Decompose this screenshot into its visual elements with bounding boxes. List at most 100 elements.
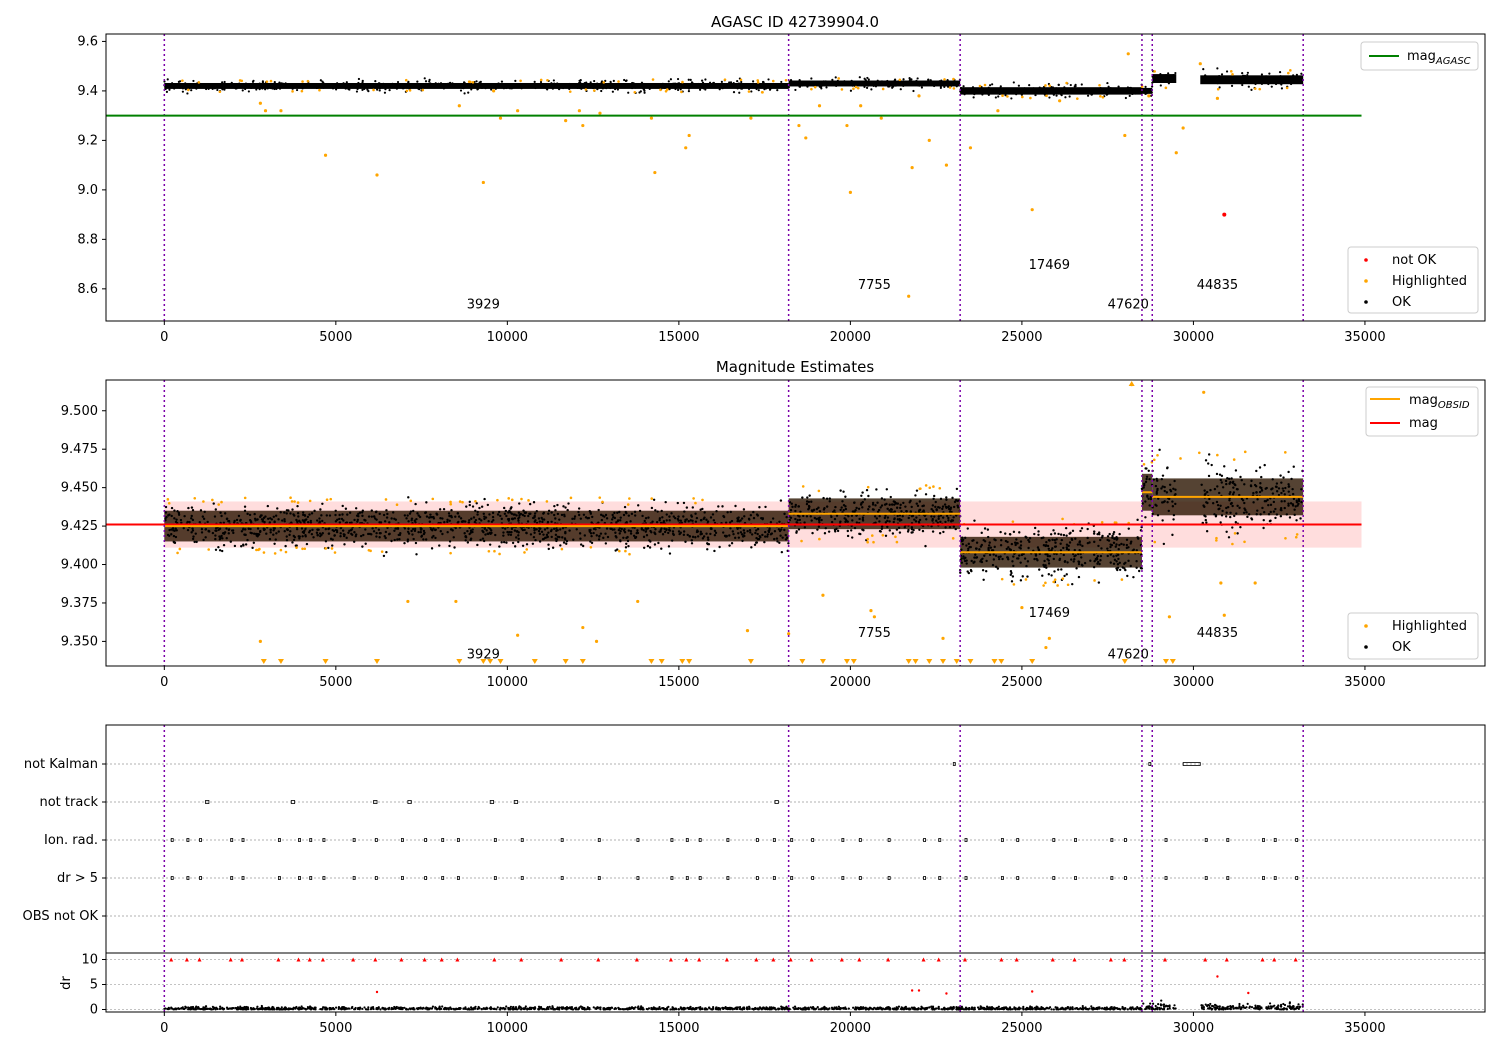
ok-point	[590, 541, 594, 545]
ok-point	[302, 85, 305, 89]
ok-point	[396, 83, 399, 86]
ok-point	[551, 87, 554, 90]
ok-point	[1066, 561, 1069, 564]
highlighted-point	[837, 77, 841, 80]
y-tick-label: 8.6	[77, 282, 98, 297]
ok-point	[1118, 543, 1121, 547]
ok-point	[563, 83, 566, 86]
ok-point	[564, 530, 567, 534]
ok-point	[1271, 478, 1274, 481]
ok-point	[1117, 547, 1120, 551]
highlighted-point	[474, 499, 477, 503]
ok-point	[446, 518, 449, 522]
ok-point	[1223, 465, 1226, 468]
ok-point	[428, 86, 431, 89]
dr-point	[599, 1008, 602, 1011]
ok-point	[339, 535, 342, 538]
ok-point	[259, 529, 262, 533]
ok-point	[797, 528, 801, 531]
highlighted-point	[1006, 95, 1009, 98]
ok-point	[639, 83, 642, 86]
ok-point	[956, 506, 960, 509]
ok-point	[277, 530, 280, 533]
ok-point	[840, 506, 843, 509]
ok-point	[913, 518, 916, 521]
dr-point	[672, 1007, 675, 1010]
ok-point	[484, 84, 487, 87]
ok-point	[1261, 506, 1264, 510]
ok-point	[914, 82, 917, 85]
ok-point	[1270, 85, 1273, 88]
ok-point	[309, 521, 313, 524]
ok-point	[1047, 88, 1051, 91]
ok-point	[734, 536, 737, 540]
ok-point	[1072, 560, 1075, 563]
x-tick-label: 20000	[830, 330, 871, 345]
highlighted-point	[983, 83, 987, 87]
highlighted-point	[1243, 450, 1247, 454]
highlighted-point	[1152, 458, 1156, 462]
ok-point	[768, 88, 772, 91]
ok-point	[1093, 540, 1096, 544]
ok-point	[637, 504, 640, 507]
ok-point	[1280, 87, 1284, 90]
highlighted-outlier	[581, 625, 585, 630]
ok-point	[1249, 484, 1253, 488]
ok-point	[667, 80, 670, 83]
ok-point	[537, 517, 541, 520]
ok-point	[1260, 73, 1264, 76]
dr-point	[574, 1008, 578, 1011]
ok-point	[1019, 544, 1023, 547]
ok-point	[921, 529, 925, 533]
ok-point	[462, 520, 465, 523]
observation-id-label: 47620	[1108, 298, 1149, 313]
ok-point	[1055, 87, 1058, 90]
ok-point	[395, 87, 398, 90]
y-tick-label: 9.375	[61, 596, 98, 611]
ok-point	[955, 85, 958, 88]
ok-point	[308, 513, 311, 516]
highlighted-point	[756, 79, 760, 82]
ok-point	[388, 532, 391, 536]
ok-point	[491, 515, 495, 519]
ok-point	[533, 514, 536, 518]
ok-point	[1267, 82, 1270, 86]
ok-point	[338, 521, 342, 524]
ok-point	[348, 511, 352, 514]
ok-point	[474, 85, 477, 89]
ok-point	[278, 81, 281, 84]
ok-point	[991, 563, 995, 567]
ok-point	[645, 534, 649, 537]
ok-point	[285, 535, 288, 538]
ok-point	[370, 515, 374, 518]
highlighted-point	[493, 549, 496, 553]
ok-point	[1028, 536, 1032, 540]
ok-point	[550, 535, 553, 539]
ok-point	[937, 517, 940, 521]
ok-point	[566, 508, 569, 512]
highlighted-point	[217, 503, 220, 506]
ok-point	[560, 513, 564, 517]
ok-point	[1012, 555, 1015, 558]
ok-point	[1241, 499, 1245, 502]
ok-point	[998, 92, 1001, 96]
ok-point	[1048, 96, 1051, 99]
ok-point	[191, 527, 194, 530]
ok-point	[733, 85, 736, 88]
ok-point	[959, 86, 963, 90]
highlighted-point	[866, 537, 869, 541]
ok-point	[1112, 532, 1115, 536]
ok-point	[699, 533, 702, 536]
ok-point	[1256, 498, 1259, 501]
ok-point	[855, 521, 859, 524]
ok-point	[177, 513, 181, 516]
ok-point	[517, 511, 521, 514]
highlighted-point	[881, 533, 885, 537]
ok-point	[1220, 474, 1224, 478]
ok-point	[1137, 569, 1141, 573]
ok-point	[1228, 499, 1231, 502]
ok-point	[538, 532, 542, 536]
ok-point	[868, 80, 871, 83]
highlighted-point	[523, 551, 526, 554]
ok-point	[1118, 532, 1121, 536]
